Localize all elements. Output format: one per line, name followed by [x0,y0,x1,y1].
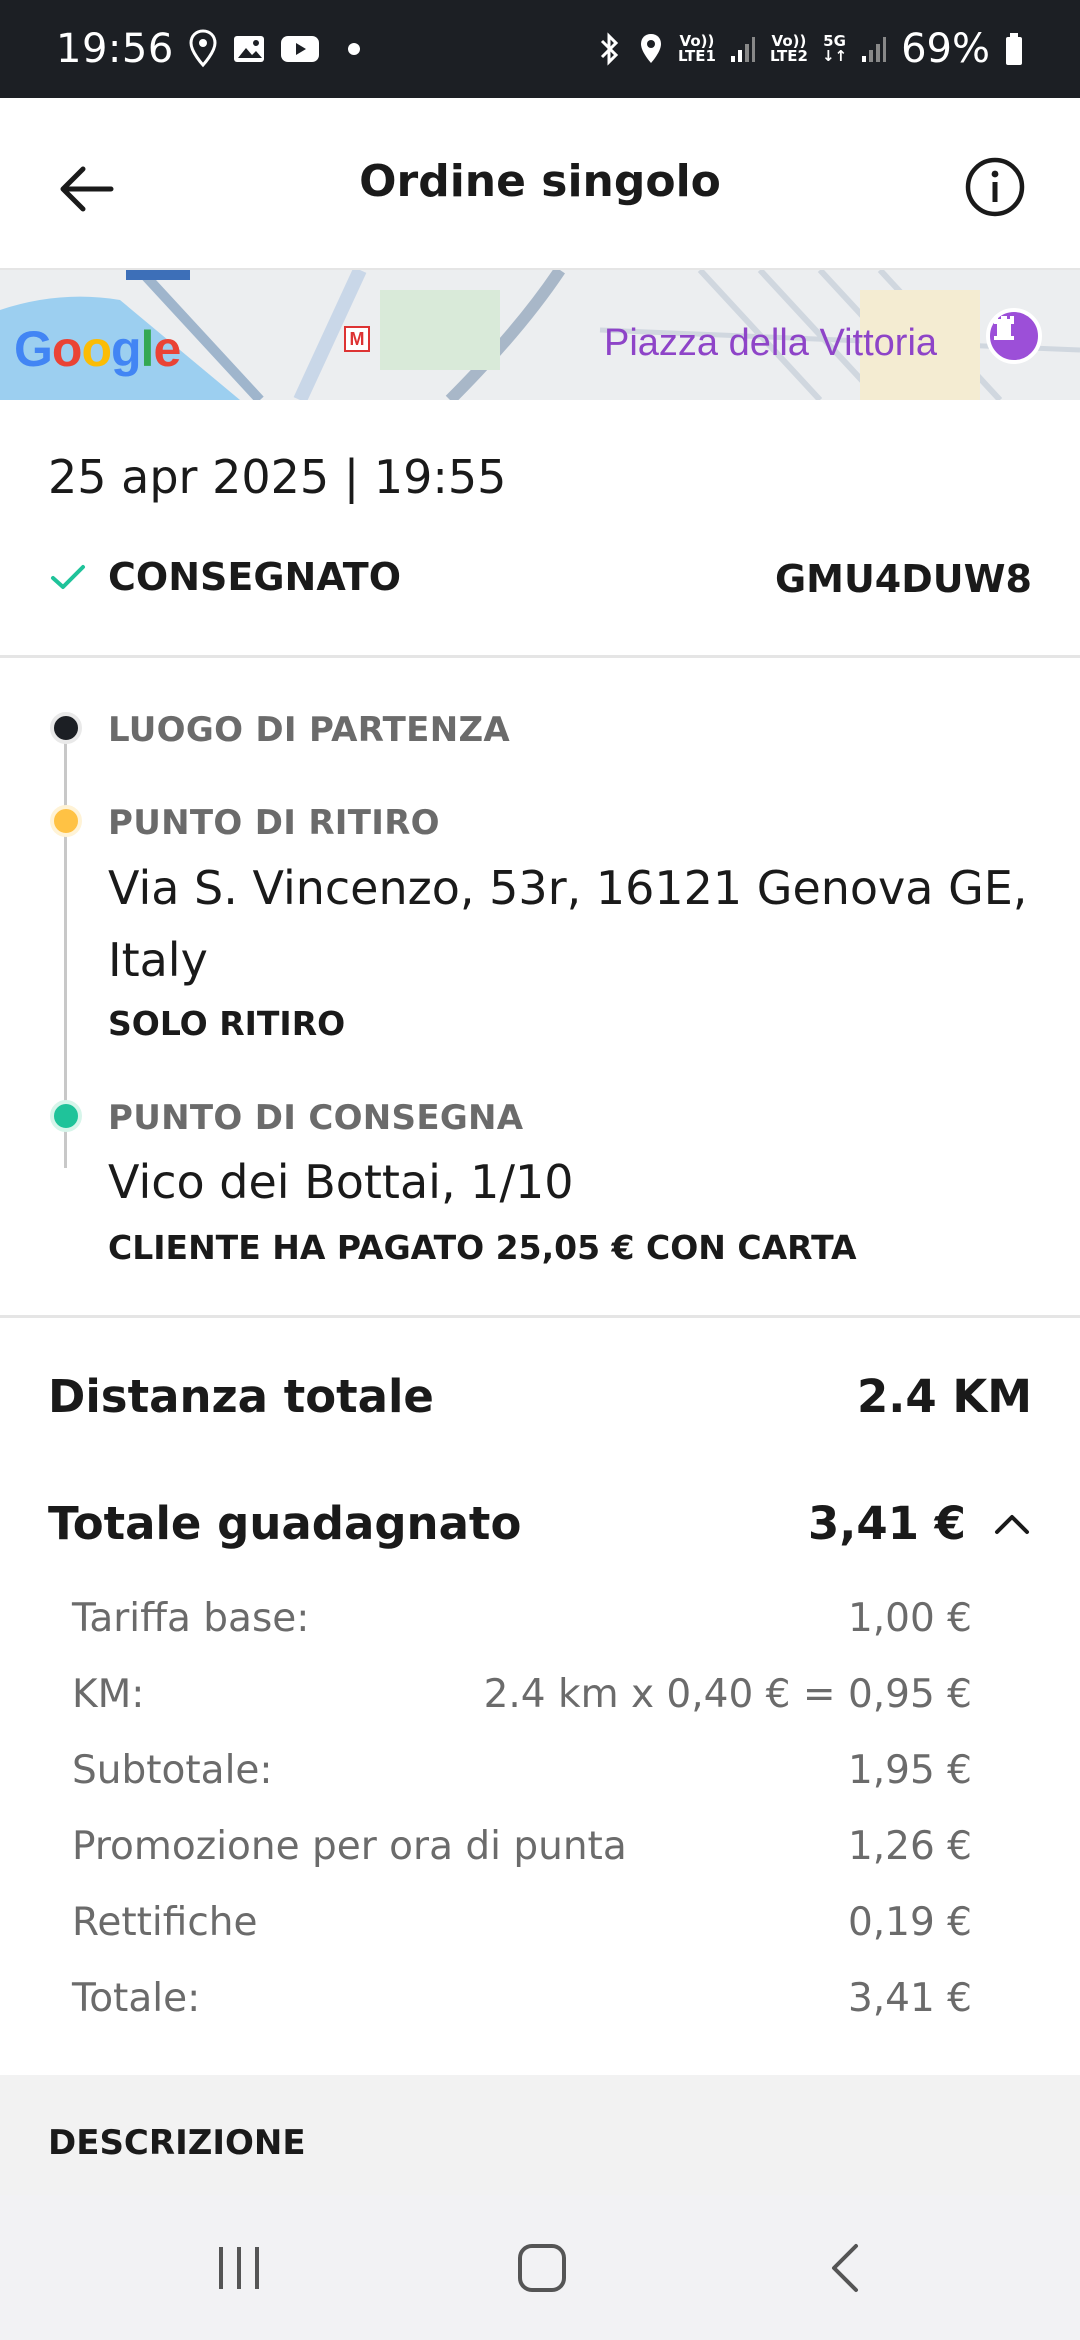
description-section: DESCRIZIONE [0,2075,1080,2195]
breakdown-value: 2.4 km x 0,40 € = 0,95 € [483,1672,972,1717]
status-bar-right: Vo)) LTE1 Vo)) LTE2 5G ↓↑ 69% [594,26,1024,72]
breakdown-value: 1,95 € [847,1748,972,1793]
page-title: Ordine singolo [359,156,721,207]
breakdown-row: Subtotale: 1,95 € [72,1748,972,1793]
breakdown-label: Subtotale: [72,1748,273,1793]
check-icon [51,565,85,589]
departure-label: LUOGO DI PARTENZA [108,710,511,750]
pickup-dot-icon [50,805,82,837]
youtube-icon [280,34,320,64]
google-logo-letter: o [81,321,112,377]
sim1-bottom: LTE1 [677,47,716,65]
earnings-value-group: 3,41 € [808,1497,1032,1550]
distance-value: 2.4 KM [856,1370,1032,1423]
google-logo: Google [14,320,181,378]
distance-row: Distanza totale 2.4 KM [48,1370,1032,1423]
breakdown-row: Promozione per ora di punta 1,26 € [72,1824,972,1869]
earnings-label: Totale guadagnato [48,1497,522,1550]
breakdown-value: 1,26 € [847,1824,972,1869]
network-indicator: 5G ↓↑ [822,34,847,64]
delivery-dot-icon [50,1100,82,1132]
location-icon [638,32,664,66]
sim2-indicator: Vo)) LTE2 [770,34,808,64]
breakdown-row: Tariffa base: 1,00 € [72,1596,972,1641]
breakdown-label: Tariffa base: [72,1596,310,1641]
signal-icon [730,34,756,64]
battery-percent: 69% [901,26,990,72]
route-stops: LUOGO DI PARTENZA PUNTO DI RITIRO Via S.… [0,658,1080,1318]
google-logo-letter: e [153,321,181,377]
status-bar: 19:56 Vo)) LTE1 Vo)) LTE2 5G ↓↑ 69% [0,0,1080,98]
info-icon [965,157,1025,217]
signal-icon-2 [861,34,887,64]
earnings-row[interactable]: Totale guadagnato 3,41 € [48,1497,1032,1550]
departure-dot-icon [50,712,82,744]
pickup-label: PUNTO DI RITIRO [108,803,440,843]
chevron-left-icon [832,2244,858,2292]
google-logo-letter: G [14,321,53,377]
google-logo-letter: o [51,321,83,377]
delivery-label: PUNTO DI CONSEGNA [108,1098,524,1138]
bluetooth-icon [594,31,624,67]
status-time: 19:56 [56,26,174,72]
breakdown-value: 0,19 € [847,1900,972,1945]
breakdown-label: Rettifiche [72,1900,258,1945]
battery-icon [1004,32,1024,66]
location-pin-icon [188,29,218,69]
breakdown-label: Totale: [72,1976,201,2021]
delivery-address: Vico dei Bottai, 1/10 [108,1155,574,1209]
map-place-label: Piazza della Vittoria [604,322,938,364]
status-text: CONSEGNATO [108,555,401,599]
distance-label: Distanza totale [48,1370,434,1423]
google-logo-letter: l [140,321,155,377]
earnings-value: 3,41 € [807,1497,966,1550]
recent-apps-button[interactable] [200,2233,280,2303]
pickup-address: Via S. Vincenzo, 53r, 16121 Genova GE, I… [108,861,1028,987]
order-datetime: 25 apr 2025 | 19:55 [48,450,507,504]
system-nav-bar [0,2195,1080,2340]
sim1-indicator: Vo)) LTE1 [678,34,716,64]
breakdown-row: Totale: 3,41 € [72,1976,972,2021]
breakdown-label: KM: [72,1672,145,1717]
data-arrows-icon: ↓↑ [821,47,848,65]
system-back-button[interactable] [806,2233,886,2303]
pickup-note: SOLO RITIRO [108,1004,346,1043]
recent-apps-icon [219,2247,259,2289]
metro-icon: M [344,326,370,352]
delivery-note: CLIENTE HA PAGATO 25,05 € CON CARTA [108,1228,857,1267]
breakdown-row: KM: 2.4 km x 0,40 € = 0,95 € [72,1672,972,1717]
home-button[interactable] [502,2233,582,2303]
breakdown-label: Promozione per ora di punta [72,1824,627,1869]
home-icon [518,2244,566,2292]
google-logo-letter: g [111,321,142,377]
top-app-bar: Ordine singolo [0,98,1080,270]
sim2-bottom: LTE2 [769,47,808,65]
breakdown-row: Rettifiche 0,19 € [72,1900,972,1945]
breakdown-value: 3,41 € [847,1976,972,2021]
landmark-pin-icon[interactable] [986,308,1042,364]
info-button[interactable] [960,152,1030,222]
status-bar-left: 19:56 [56,26,360,72]
order-header: 25 apr 2025 | 19:55 CONSEGNATO GMU4DUW8 [0,400,1080,658]
order-status: CONSEGNATO [48,555,401,599]
description-title: DESCRIZIONE [48,2123,306,2163]
notification-dot-icon [347,43,360,55]
breakdown-value: 1,00 € [847,1596,972,1641]
gallery-icon [232,33,266,65]
order-code: GMU4DUW8 [774,557,1032,601]
route-map[interactable]: Google M Piazza della Vittoria [0,270,1080,400]
chevron-up-icon[interactable] [992,1511,1032,1537]
